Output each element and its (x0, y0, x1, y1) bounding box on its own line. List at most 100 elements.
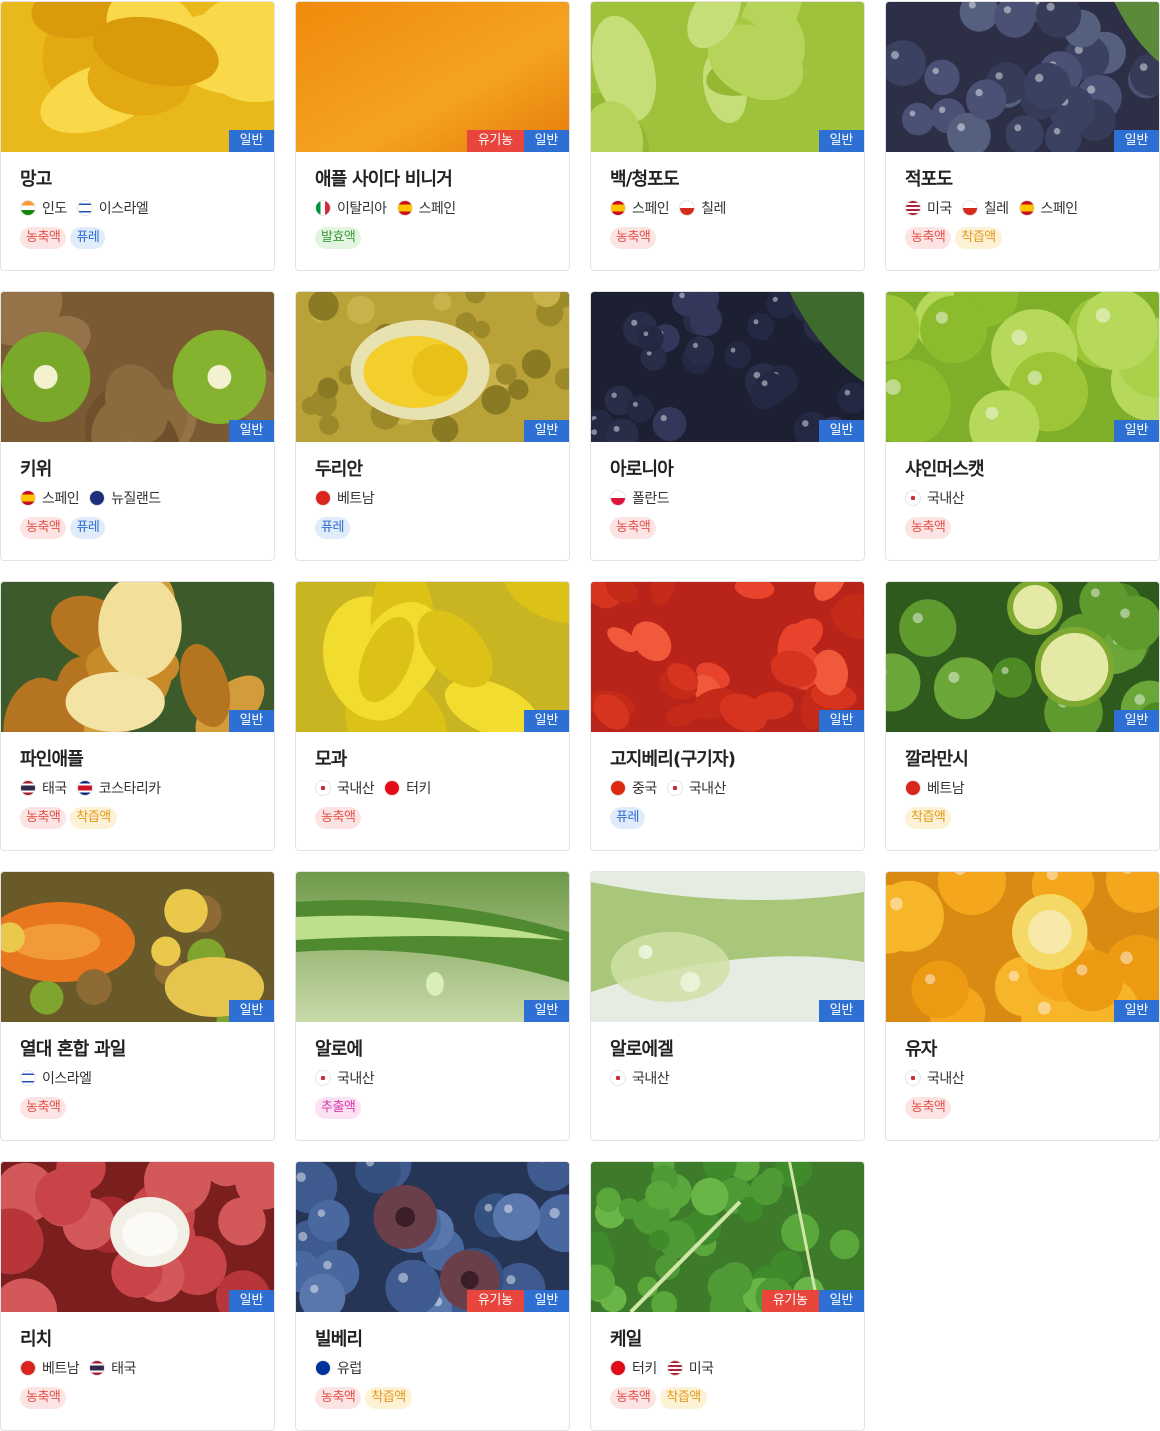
origin-label: 베트남 (927, 781, 965, 797)
origin-label: 국내산 (927, 491, 965, 507)
product-card-12[interactable]: 일반 깔라만시 베트남 착즙액 (885, 581, 1160, 851)
product-card-2[interactable]: 유기농 일반 애플 사이다 비니거 이탈리아 스페인 발효액 (295, 1, 570, 271)
type-tag: 농축액 (610, 1387, 657, 1409)
product-card-1[interactable]: 일반 망고 인도 이스라엘 농축액 퓨레 (0, 1, 275, 271)
product-card-13[interactable]: 일반 열대 혼합 과일 이스라엘 농축액 (0, 871, 275, 1141)
product-card-15[interactable]: 일반 알로에겔 국내산 (590, 871, 865, 1141)
kale-photo: 유기농 일반 (591, 1162, 864, 1312)
card-info: 깔라만시 베트남 착즙액 (886, 732, 1159, 829)
badge-group: 일반 (228, 130, 274, 152)
poland-flag-icon (610, 490, 626, 506)
card-info: 빌베리 유럽 농축액 착즙액 (296, 1312, 569, 1409)
origin-item: 미국 (666, 1358, 714, 1378)
calamansi-photo: 일반 (886, 582, 1159, 732)
general-badge: 일반 (523, 420, 569, 442)
origin-item: 이스라엘 (76, 198, 149, 218)
origin-item: 베트남 (315, 488, 375, 508)
product-card-9[interactable]: 일반 파인애플 태국 코스타리카 농축액 착즙액 (0, 581, 275, 851)
product-card-5[interactable]: 일반 키위 스페인 뉴질랜드 농축액 퓨레 (0, 291, 275, 561)
origin-list: 국내산 터키 (315, 779, 550, 797)
origin-label: 이스라엘 (98, 201, 149, 217)
type-tag: 발효액 (315, 227, 362, 249)
product-card-17[interactable]: 일반 리치 베트남 태국 농축액 (0, 1161, 275, 1431)
origin-label: 태국 (111, 1361, 136, 1377)
organic-badge: 유기농 (761, 1290, 819, 1312)
origin-list: 스페인 칠레 (610, 199, 845, 217)
type-tag: 퓨레 (315, 517, 350, 539)
badge-group: 일반 (228, 710, 274, 732)
card-info: 적포도 미국 칠레 스페인 농축액 착즙액 (886, 152, 1159, 249)
general-badge: 일반 (523, 130, 569, 152)
general-badge: 일반 (228, 1000, 274, 1022)
badge-group: 일반 (1113, 1000, 1159, 1022)
korea-flag-icon (905, 1070, 921, 1086)
origin-label: 유럽 (337, 1361, 362, 1377)
general-badge: 일반 (1113, 130, 1159, 152)
product-card-18[interactable]: 유기농 일반 빌베리 유럽 농축액 착즙액 (295, 1161, 570, 1431)
product-card-16[interactable]: 일반 유자 국내산 농축액 (885, 871, 1160, 1141)
origin-label: 국내산 (337, 1071, 375, 1087)
vietnam-flag-icon (315, 490, 331, 506)
badge-group: 일반 (1113, 420, 1159, 442)
turkey-flag-icon (384, 780, 401, 796)
origin-item: 국내산 (905, 488, 965, 508)
product-name: 키위 (20, 459, 52, 480)
type-tag: 착즙액 (905, 807, 952, 829)
yuzu-photo: 일반 (886, 872, 1159, 1022)
origin-label: 스페인 (418, 201, 457, 217)
origin-label: 폴란드 (632, 491, 670, 507)
badge-group: 일반 (818, 710, 864, 732)
product-card-10[interactable]: 일반 모과 국내산 터키 농축액 (295, 581, 570, 851)
tag-list: 농축액 퓨레 (20, 517, 255, 539)
general-badge: 일반 (818, 1290, 864, 1312)
product-card-3[interactable]: 일반 백/청포도 스페인 칠레 농축액 (590, 1, 865, 271)
thailand-flag-icon (89, 1360, 106, 1376)
product-card-8[interactable]: 일반 샤인머스캣 국내산 농축액 (885, 291, 1160, 561)
product-card-14[interactable]: 일반 알로에 국내산 추출액 (295, 871, 570, 1141)
product-card-11[interactable]: 일반 고지베리(구기자) 중국 국내산 퓨레 (590, 581, 865, 851)
origin-label: 칠레 (983, 201, 1009, 217)
badge-group: 일반 (818, 1000, 864, 1022)
vietnam-flag-icon (20, 1360, 36, 1376)
type-tag: 착즙액 (955, 227, 1002, 249)
origin-list: 중국 국내산 (610, 779, 845, 797)
origin-list: 베트남 (315, 489, 550, 507)
costa-rica-flag-icon (76, 780, 93, 796)
vietnam-flag-icon (905, 780, 921, 796)
korea-flag-icon (610, 1070, 626, 1086)
origin-list: 터키 미국 (610, 1359, 845, 1377)
general-badge: 일반 (818, 710, 864, 732)
product-name: 애플 사이다 비니거 (315, 169, 453, 190)
spain-flag-icon (610, 200, 626, 216)
tag-list (610, 1097, 845, 1119)
origin-list: 인도 이스라엘 (20, 199, 255, 217)
origin-item: 뉴질랜드 (89, 488, 161, 508)
tag-list: 농축액 착즙액 (905, 227, 1140, 249)
product-card-6[interactable]: 일반두리안베트남퓨레 (295, 291, 570, 561)
product-name: 두리안 (315, 459, 363, 480)
tag-list: 농축액 퓨레 (20, 227, 255, 249)
tag-list: 농축액 (20, 1097, 255, 1119)
badge-group: 일반 (818, 420, 864, 442)
card-info: 알로에 국내산 추출액 (296, 1022, 569, 1119)
product-card-4[interactable]: 일반 적포도 미국 칠레 스페인 농축액 착즙액 (885, 1, 1160, 271)
type-tag: 농축액 (905, 1097, 952, 1119)
tag-list: 농축액 착즙액 (20, 807, 255, 829)
origin-label: 칠레 (701, 201, 726, 217)
turkey-flag-icon (610, 1360, 626, 1376)
spain-flag-icon (1018, 200, 1035, 216)
product-card-7[interactable]: 일반 아로니아 폴란드 농축액 (590, 291, 865, 561)
vinegar-photo: 유기농 일반 (296, 2, 569, 152)
chile-flag-icon (679, 200, 696, 216)
tag-list: 발효액 (315, 227, 550, 249)
general-badge: 일반 (523, 1000, 569, 1022)
card-info: 아로니아 폴란드 농축액 (591, 442, 864, 539)
tag-list: 농축액 (315, 807, 550, 829)
card-info: 모과 국내산 터키 농축액 (296, 732, 569, 829)
tag-list: 퓨레 (315, 517, 550, 539)
origin-item: 이스라엘 (20, 1068, 92, 1088)
product-card-19[interactable]: 유기농 일반 케일 터키 미국 농축액 착즙액 (590, 1161, 865, 1431)
badge-group: 일반 (523, 420, 569, 442)
type-tag: 농축액 (315, 1387, 362, 1409)
spain-flag-icon (396, 200, 413, 216)
